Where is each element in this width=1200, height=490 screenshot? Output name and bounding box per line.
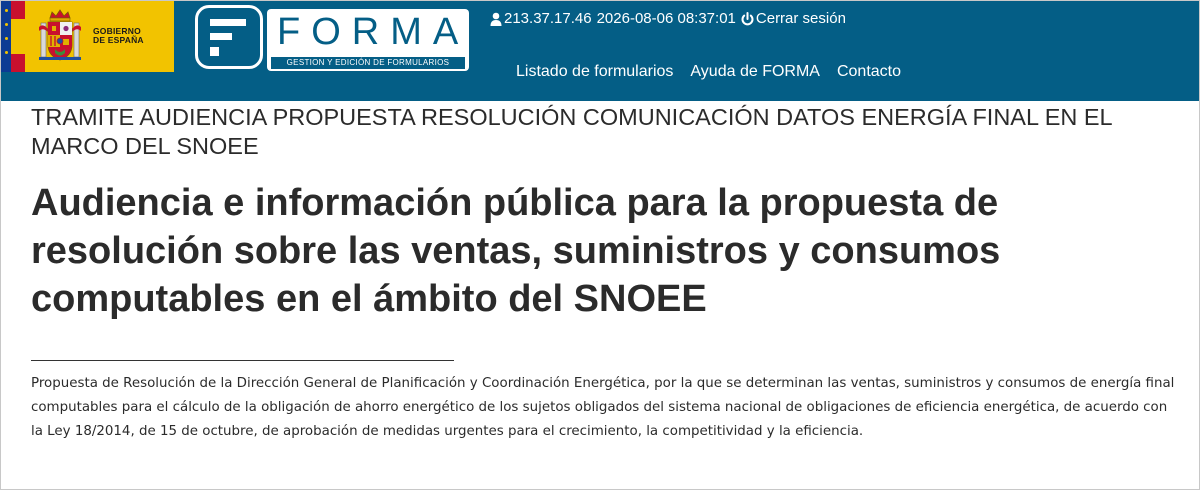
main-nav: Listado de formularios Ayuda de FORMA Co… (516, 63, 901, 81)
forma-f-mark-icon (195, 5, 263, 69)
user-icon (490, 12, 502, 26)
forma-wordmark: FORMA GESTION Y EDICIÓN DE FORMULARIOS (267, 9, 469, 71)
eu-flag-stripe (1, 1, 11, 72)
forma-subtitle: GESTION Y EDICIÓN DE FORMULARIOS (271, 57, 465, 69)
nav-contacto[interactable]: Contacto (837, 63, 901, 81)
logout-label: Cerrar sesión (755, 10, 846, 27)
coat-of-arms-icon (39, 9, 81, 61)
divider (31, 360, 454, 361)
session-info: 213.37.17.46 2026-08-06 08:37:01 Cerrar … (490, 10, 846, 27)
nav-listado-formularios[interactable]: Listado de formularios (516, 63, 673, 81)
forma-word: FORMA (277, 11, 470, 53)
gov-logo-text: GOBIERNO DE ESPAÑA (93, 26, 144, 45)
page-frame: GOBIERNO DE ESPAÑA FORMA GESTION Y EDICI… (0, 0, 1200, 490)
nav-ayuda-forma[interactable]: Ayuda de FORMA (690, 63, 820, 81)
page-title: Audiencia e información pública para la … (31, 182, 1001, 320)
gobierno-de-espana-logo[interactable]: GOBIERNO DE ESPAÑA (1, 1, 174, 72)
site-header: GOBIERNO DE ESPAÑA FORMA GESTION Y EDICI… (1, 1, 1199, 101)
session-ip: 213.37.17.46 (504, 10, 592, 27)
description-text: Propuesta de Resolución de la Dirección … (31, 376, 1175, 439)
session-datetime: 2026-08-06 08:37:01 (596, 10, 736, 27)
forma-logo[interactable]: FORMA GESTION Y EDICIÓN DE FORMULARIOS (195, 5, 475, 72)
procedure-title: TRAMITE AUDIENCIA PROPUESTA RESOLUCIÓN C… (31, 104, 1112, 159)
logout-link[interactable]: Cerrar sesión (741, 10, 846, 27)
power-icon (741, 11, 754, 26)
